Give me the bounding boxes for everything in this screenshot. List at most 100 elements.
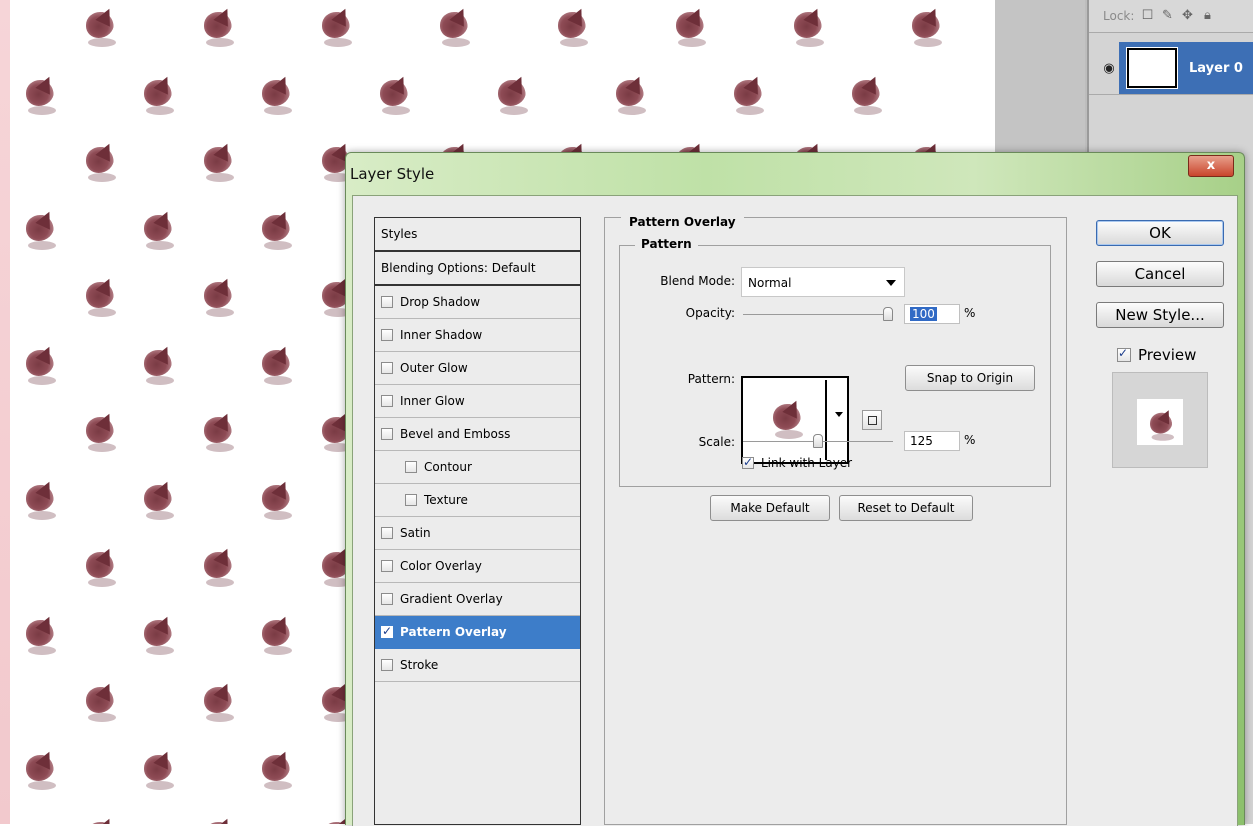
scale-percent: %	[964, 433, 976, 447]
style-item-label: Stroke	[400, 658, 439, 672]
style-checkbox[interactable]	[381, 527, 393, 539]
style-item-label: Color Overlay	[400, 559, 482, 573]
reset-to-default-button[interactable]: Reset to Default	[839, 495, 973, 521]
cancel-button[interactable]: Cancel	[1096, 261, 1224, 287]
pattern-tile	[260, 342, 294, 388]
lock-transparent-pixels-icon[interactable]: ☐	[1140, 9, 1154, 23]
pattern-tile	[792, 5, 826, 50]
style-item-color-overlay[interactable]: Color Overlay	[375, 550, 580, 583]
ok-button[interactable]: OK	[1096, 220, 1224, 246]
style-item-bevel-and-emboss[interactable]: Bevel and Emboss	[375, 418, 580, 451]
styles-header[interactable]: Styles	[375, 218, 580, 252]
style-item-contour[interactable]: Contour	[375, 451, 580, 484]
blend-mode-select[interactable]: Normal	[741, 267, 905, 297]
pattern-tile	[260, 207, 294, 253]
style-checkbox[interactable]	[381, 329, 393, 341]
style-checkbox[interactable]	[381, 362, 393, 374]
blend-mode-value: Normal	[748, 276, 792, 290]
preview-toggle[interactable]: Preview	[1117, 346, 1196, 364]
layer-row[interactable]: ◉ Layer 0	[1099, 42, 1253, 94]
style-checkbox[interactable]	[381, 659, 393, 671]
style-item-texture[interactable]: Texture	[375, 484, 580, 517]
style-item-label: Gradient Overlay	[400, 592, 503, 606]
blending-options-item[interactable]: Blending Options: Default	[375, 252, 580, 286]
pattern-motif	[771, 397, 805, 442]
style-item-inner-shadow[interactable]: Inner Shadow	[375, 319, 580, 352]
style-item-inner-glow[interactable]: Inner Glow	[375, 385, 580, 418]
style-item-label: Pattern Overlay	[400, 625, 507, 639]
styles-header-label: Styles	[381, 227, 418, 241]
lock-all-icon[interactable]: 🔒︎	[1200, 9, 1214, 23]
scale-input[interactable]: 125	[904, 431, 960, 451]
opacity-input[interactable]: 100	[904, 304, 960, 324]
pattern-tile	[24, 72, 58, 118]
style-item-stroke[interactable]: Stroke	[375, 649, 580, 682]
pattern-tile	[142, 342, 176, 388]
pattern-tile	[24, 747, 58, 793]
dialog-title: Layer Style	[350, 165, 435, 183]
dialog-titlebar[interactable]: Layer Style x	[346, 153, 1244, 195]
pattern-tile	[850, 72, 884, 118]
style-checkbox[interactable]	[381, 593, 393, 605]
link-with-layer-checkbox[interactable]	[742, 455, 754, 469]
style-checkbox[interactable]	[381, 296, 393, 308]
lock-row: Lock: ☐ ✎ ✥ 🔒︎	[1089, 0, 1253, 33]
style-preview-thumbnail	[1112, 372, 1208, 468]
lock-image-pixels-icon[interactable]: ✎	[1160, 9, 1174, 23]
pattern-tile	[142, 612, 176, 658]
style-item-label: Satin	[400, 526, 431, 540]
layer-name: Layer 0	[1189, 60, 1243, 76]
preview-motif	[1148, 407, 1175, 443]
pattern-dropdown-icon[interactable]	[835, 412, 843, 417]
pattern-tile	[732, 72, 766, 118]
preview-label: Preview	[1138, 346, 1197, 364]
style-item-gradient-overlay[interactable]: Gradient Overlay	[375, 583, 580, 616]
pattern-tile	[84, 545, 118, 590]
scale-slider-knob[interactable]	[813, 434, 823, 448]
style-checkbox[interactable]	[405, 494, 417, 506]
style-item-satin[interactable]: Satin	[375, 517, 580, 550]
pattern-tile	[202, 275, 236, 320]
pattern-tile	[142, 477, 176, 523]
pattern-label: Pattern:	[687, 372, 735, 386]
new-style-button[interactable]: New Style...	[1096, 302, 1224, 328]
close-button[interactable]: x	[1188, 155, 1234, 177]
scale-label: Scale:	[698, 435, 735, 449]
pattern-tile	[84, 410, 118, 455]
pattern-tile	[260, 612, 294, 658]
link-with-layer-row[interactable]: Link with Layer	[742, 455, 852, 470]
preview-checkbox[interactable]	[1117, 346, 1131, 362]
pattern-tile	[84, 5, 118, 50]
make-default-button[interactable]: Make Default	[710, 495, 830, 521]
style-checkbox[interactable]	[381, 560, 393, 572]
create-new-preset-button[interactable]	[862, 410, 882, 430]
style-items: Drop Shadow Inner Shadow Outer Glow Inner G…	[375, 286, 580, 682]
opacity-slider-knob[interactable]	[883, 307, 893, 321]
pattern-tile	[614, 72, 648, 118]
pattern-tile	[260, 747, 294, 793]
style-checkbox[interactable]	[381, 624, 393, 638]
style-item-label: Texture	[424, 493, 468, 507]
style-checkbox[interactable]	[405, 461, 417, 473]
visibility-eye-icon[interactable]: ◉	[1099, 42, 1119, 94]
opacity-slider-track[interactable]	[743, 314, 893, 315]
pattern-tile	[24, 207, 58, 253]
style-item-pattern-overlay[interactable]: Pattern Overlay	[375, 616, 580, 649]
lock-label: Lock:	[1103, 9, 1135, 23]
pattern-tile	[202, 410, 236, 455]
lock-position-icon[interactable]: ✥	[1180, 9, 1194, 23]
pattern-tile	[84, 680, 118, 725]
pattern-tile	[496, 72, 530, 118]
style-item-outer-glow[interactable]: Outer Glow	[375, 352, 580, 385]
style-item-label: Contour	[424, 460, 472, 474]
pattern-tile	[142, 207, 176, 253]
style-item-label: Bevel and Emboss	[400, 427, 511, 441]
style-checkbox[interactable]	[381, 428, 393, 440]
style-item-drop-shadow[interactable]: Drop Shadow	[375, 286, 580, 319]
pattern-picker[interactable]	[741, 376, 849, 464]
chevron-down-icon	[886, 280, 896, 286]
pattern-tile	[24, 612, 58, 658]
snap-to-origin-button[interactable]: Snap to Origin	[905, 365, 1035, 391]
layer-selected[interactable]: Layer 0	[1119, 42, 1253, 94]
style-checkbox[interactable]	[381, 395, 393, 407]
